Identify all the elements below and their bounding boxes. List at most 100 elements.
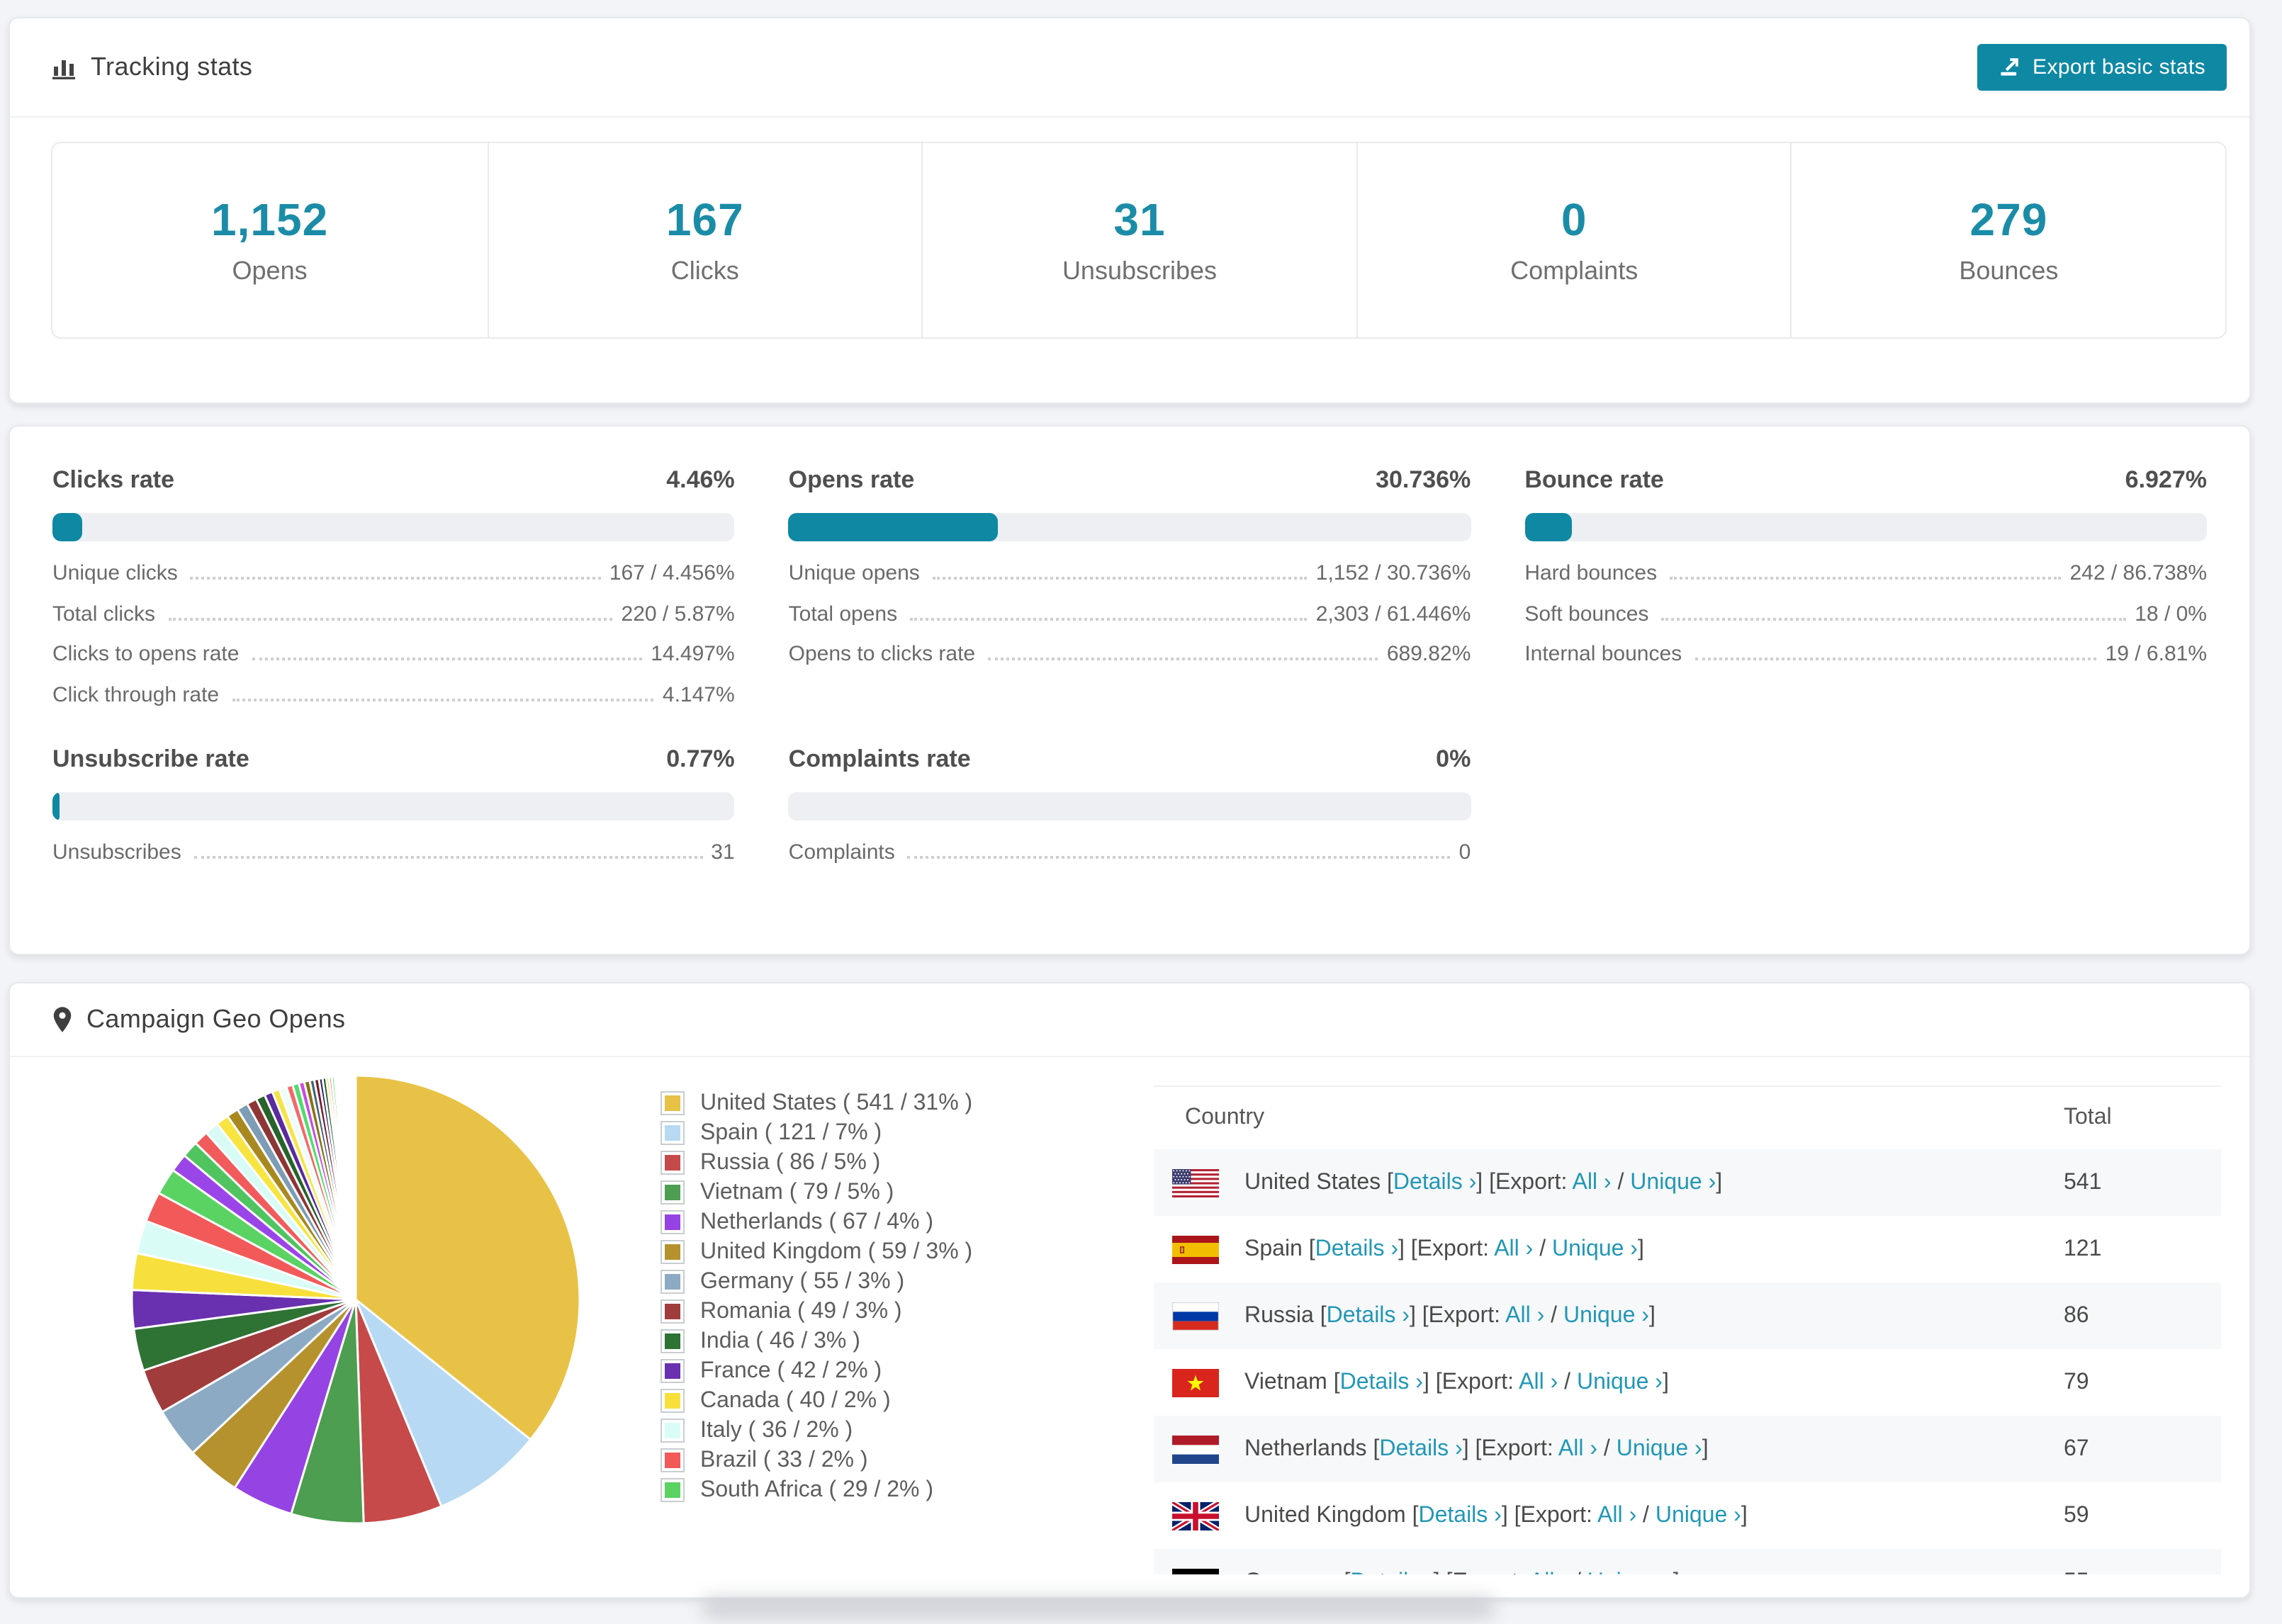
details-link[interactable]: Details ›	[1327, 1303, 1410, 1327]
legend-item: Brazil ( 33 / 2% )	[661, 1445, 972, 1475]
details-link[interactable]: Details ›	[1379, 1436, 1462, 1460]
legend-swatch	[661, 1210, 685, 1234]
rate-header: Opens rate 30.736%	[789, 466, 1471, 495]
pie-slice-other-41	[354, 1074, 357, 1300]
progress-bar	[52, 513, 735, 541]
export-unique-link[interactable]: Unique ›	[1563, 1303, 1649, 1327]
stat-value: 242 / 86.738%	[2069, 561, 2208, 585]
rate-value: 0.77%	[666, 745, 735, 772]
total-cell: 121	[2064, 1236, 2102, 1261]
legend-swatch	[661, 1299, 685, 1324]
total-cell: 59	[2064, 1503, 2089, 1527]
rate-header: Clicks rate 4.46%	[52, 466, 735, 495]
summary-cell-complaints: 0 Complaints	[1356, 143, 1791, 337]
summary-value: 31	[1113, 194, 1166, 245]
summary-cell-bounces: 279 Bounces	[1790, 143, 2225, 337]
stat-row: Unique clicks 167 / 4.456%	[52, 561, 735, 602]
stat-row: Hard bounces 242 / 86.738%	[1524, 561, 2207, 602]
summary-label: Clicks	[670, 256, 739, 285]
legend-swatch	[661, 1389, 685, 1413]
legend-item: Italy ( 36 / 2% )	[661, 1416, 972, 1445]
export-all-link[interactable]: All ›	[1519, 1370, 1558, 1394]
geo-opens-table: Country Total United States [Details ›] …	[1154, 1086, 2221, 1574]
progress-bar-fill	[52, 792, 60, 821]
summary-stats-row: 1,152 Opens 167 Clicks 31 Unsubscribes 0 Compla…	[51, 142, 2227, 339]
export-all-link[interactable]: All ›	[1597, 1503, 1636, 1527]
punctuation: [Export:	[1475, 1436, 1558, 1460]
stat-label: Total opens	[788, 602, 898, 626]
legend-swatch	[661, 1359, 685, 1383]
total-column-header: Total	[2064, 1105, 2112, 1129]
export-icon	[2001, 58, 2018, 76]
punctuation: [	[1338, 1569, 1350, 1574]
legend-swatch	[661, 1091, 685, 1115]
country-text: Germany [Details ›] [Export: All › / Uni…	[1244, 1569, 1680, 1574]
geo-opens-header: Campaign Geo Opens	[10, 983, 2249, 1057]
dotted-leader	[988, 658, 1378, 660]
country-text: United Kingdom [Details ›] [Export: All …	[1244, 1503, 1748, 1528]
details-link[interactable]: Details ›	[1418, 1503, 1501, 1527]
stat-row: Opens to clicks rate 689.82%	[789, 642, 1471, 682]
dotted-leader	[932, 577, 1308, 580]
punctuation: ]	[1462, 1436, 1476, 1460]
country-cell: United States [Details ›] [Export: All ›…	[1154, 1168, 2064, 1197]
progress-bar	[52, 792, 735, 821]
legend-swatch	[661, 1419, 685, 1443]
flag-ru-icon	[1172, 1302, 1219, 1330]
stat-label: Complaints	[788, 840, 895, 864]
export-basic-stats-button[interactable]: Export basic stats	[1977, 44, 2227, 91]
export-all-link[interactable]: All ›	[1529, 1569, 1568, 1574]
table-row-de: Germany [Details ›] [Export: All › / Uni…	[1154, 1549, 2221, 1574]
rates-grid: Clicks rate 4.46% Unique clicks 167 / 4.456…	[10, 427, 2249, 881]
legend-item: United States ( 541 / 31% )	[661, 1088, 972, 1118]
export-unique-link[interactable]: Unique ›	[1656, 1503, 1741, 1527]
punctuation: [Export:	[1514, 1503, 1598, 1527]
punctuation: [	[1381, 1170, 1393, 1194]
geo-opens-pie-chart	[130, 1074, 581, 1525]
details-link[interactable]: Details ›	[1340, 1370, 1423, 1394]
total-cell: 67	[2064, 1436, 2089, 1460]
details-link[interactable]: Details ›	[1393, 1170, 1476, 1194]
flag-gb-icon	[1172, 1501, 1219, 1530]
legend-item: India ( 46 / 3% )	[661, 1326, 972, 1356]
export-all-link[interactable]: All ›	[1494, 1236, 1533, 1261]
table-row-nl: Netherlands [Details ›] [Export: All › /…	[1154, 1416, 2221, 1482]
country-name: Germany	[1244, 1569, 1338, 1574]
dotted-leader	[190, 577, 601, 580]
dotted-leader	[1670, 577, 2062, 580]
horizontal-scrollbar-thumb[interactable]	[702, 1597, 1495, 1618]
punctuation: [	[1366, 1436, 1380, 1460]
legend-item: Romania ( 49 / 3% )	[661, 1297, 972, 1326]
flag-us-icon	[1172, 1168, 1219, 1197]
stat-value: 220 / 5.87%	[621, 602, 735, 626]
punctuation: /	[1533, 1236, 1552, 1261]
details-link[interactable]: Details ›	[1350, 1569, 1433, 1574]
legend-label: Romania ( 49 / 3% )	[700, 1299, 902, 1323]
export-unique-link[interactable]: Unique ›	[1587, 1569, 1673, 1574]
details-link[interactable]: Details ›	[1315, 1236, 1398, 1261]
export-unique-link[interactable]: Unique ›	[1552, 1236, 1638, 1261]
rate-header: Bounce rate 6.927%	[1524, 466, 2207, 495]
export-all-link[interactable]: All ›	[1572, 1170, 1611, 1194]
export-all-link[interactable]: All ›	[1505, 1303, 1544, 1327]
stat-rows: Unsubscribes 31	[52, 840, 735, 881]
summary-value: 279	[1969, 194, 2048, 245]
stat-row: Unsubscribes 31	[52, 840, 735, 881]
country-text: Netherlands [Details ›] [Export: All › /…	[1244, 1436, 1709, 1462]
country-name: United States	[1244, 1170, 1381, 1194]
map-pin-icon	[53, 1007, 72, 1032]
legend-label: Russia ( 86 / 5% )	[700, 1150, 881, 1174]
country-name: Spain	[1244, 1236, 1303, 1261]
dotted-leader	[907, 856, 1451, 859]
rates-card: Clicks rate 4.46% Unique clicks 167 / 4.456…	[9, 425, 2251, 955]
export-unique-link[interactable]: Unique ›	[1630, 1170, 1716, 1194]
stat-row: Unique opens 1,152 / 30.736%	[789, 561, 1471, 602]
country-column-header: Country	[1185, 1105, 1265, 1129]
export-unique-link[interactable]: Unique ›	[1577, 1370, 1663, 1394]
punctuation: ]	[1422, 1370, 1436, 1394]
export-unique-link[interactable]: Unique ›	[1617, 1436, 1702, 1460]
export-all-link[interactable]: All ›	[1558, 1436, 1597, 1460]
flag-de-icon	[1172, 1568, 1219, 1574]
punctuation: ]	[1476, 1170, 1490, 1194]
stat-label: Click through rate	[52, 682, 220, 706]
